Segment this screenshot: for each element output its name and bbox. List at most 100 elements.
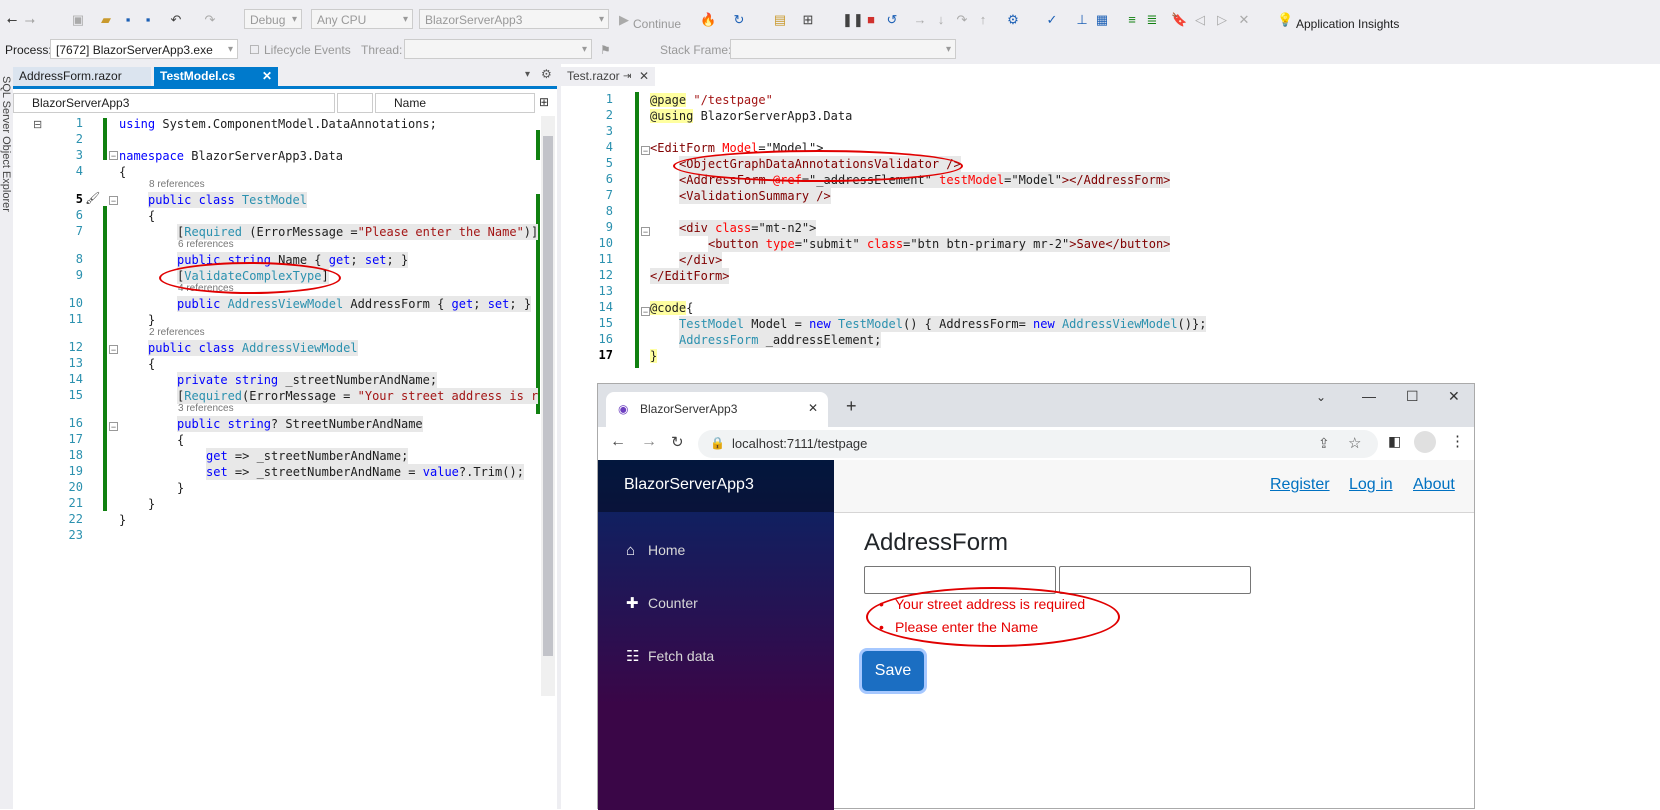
fold-icon[interactable]: − (109, 345, 118, 355)
save-icon[interactable]: ▪ (120, 12, 136, 28)
fold-icon[interactable]: − (109, 196, 118, 206)
uncomment-icon[interactable]: ≣ (1144, 12, 1160, 28)
stack-frame-select[interactable] (730, 39, 956, 60)
close-window-icon[interactable]: ✕ (1448, 388, 1460, 405)
settings-icon[interactable]: ⚙ (541, 67, 552, 81)
register-link[interactable]: Register (1270, 476, 1330, 494)
type-select[interactable] (337, 93, 373, 113)
about-link[interactable]: About (1413, 476, 1455, 494)
startup-project-select[interactable]: BlazorServerApp3 (419, 9, 609, 30)
close-icon[interactable]: ✕ (262, 67, 272, 86)
pin-icon[interactable]: ⇥ (623, 67, 631, 86)
close-icon[interactable]: ✕ (639, 67, 649, 86)
restart-debug-icon[interactable]: ↺ (884, 12, 900, 28)
minimize-icon[interactable]: — (1362, 388, 1376, 404)
line-number: 11 (598, 252, 613, 266)
redo-icon[interactable]: ↷ (202, 12, 218, 28)
login-link[interactable]: Log in (1349, 476, 1393, 494)
nav-counter[interactable]: ✚ Counter (626, 593, 698, 613)
maximize-icon[interactable]: ☐ (1406, 388, 1419, 405)
address-bar[interactable]: 🔒 localhost:7111/testpage ⇪ ☆ (698, 430, 1378, 458)
list-icon: ☷ (626, 648, 640, 665)
hot-reload-icon[interactable]: 🔥 (700, 12, 716, 28)
code-lens-references[interactable]: 4 references (178, 283, 234, 294)
browser-tab[interactable]: ◉ BlazorServerApp3 ✕ (606, 392, 828, 427)
app-insights-icon[interactable]: 💡 (1277, 12, 1293, 28)
code-lens-references[interactable]: 3 references (178, 403, 234, 414)
app-insights-label[interactable]: Application Insights (1296, 17, 1399, 31)
fold-icon[interactable]: − (641, 307, 650, 317)
forward-icon[interactable]: → (641, 433, 657, 451)
fold-icon[interactable]: − (109, 151, 118, 161)
share-icon[interactable]: ⇪ (1318, 435, 1330, 452)
vertical-scrollbar[interactable] (541, 116, 555, 696)
comment-icon[interactable]: ≡ (1124, 12, 1140, 28)
platform-select[interactable]: Any CPU (311, 9, 413, 30)
bookmark-icon[interactable]: 🔖 (1171, 12, 1187, 28)
show-next-icon[interactable]: → (912, 12, 928, 28)
menu-icon[interactable]: ⋮ (1450, 432, 1465, 450)
code-lens-references[interactable]: 6 references (178, 239, 234, 250)
tab-search-icon[interactable]: ⌄ (1316, 390, 1326, 404)
profile-avatar[interactable] (1414, 431, 1436, 453)
spell-check-icon[interactable]: ✓ (1044, 12, 1060, 28)
save-button[interactable]: Save (862, 651, 924, 691)
sql-explorer-tab[interactable]: SQL Server Object Explorer (0, 76, 12, 212)
tab-dropdown-icon[interactable]: ▾ (525, 69, 530, 80)
pause-icon[interactable]: ❚❚ (842, 12, 864, 28)
code-lens-references[interactable]: 2 references (149, 327, 205, 338)
code-lens-references[interactable]: 8 references (149, 179, 205, 190)
forward-icon[interactable]: ⭢ (22, 12, 38, 28)
lock-icon[interactable]: 🔒 (710, 436, 725, 450)
undo-icon[interactable]: ↶ (168, 12, 184, 28)
step-out-icon[interactable]: ↑ (975, 12, 991, 28)
next-bookmark-icon[interactable]: ▷ (1214, 12, 1230, 28)
line-number: 14 (68, 372, 83, 386)
fold-icon[interactable]: − (109, 422, 118, 432)
thread-select[interactable] (404, 39, 592, 60)
continue-label[interactable]: Continue (633, 17, 681, 31)
app-brand[interactable]: BlazorServerApp3 (624, 476, 754, 494)
close-tab-icon[interactable]: ✕ (808, 401, 818, 415)
open-folder-icon[interactable]: ▰ (98, 12, 114, 28)
name-input[interactable] (1059, 566, 1251, 594)
step-into-icon[interactable]: ↓ (933, 12, 949, 28)
bookmark-star-icon[interactable]: ☆ (1348, 434, 1361, 452)
tab-addressform-razor[interactable]: AddressForm.razor (13, 67, 151, 86)
side-panel-icon[interactable]: ◧ (1388, 433, 1401, 450)
diagnostics-icon[interactable]: ⚙ (1005, 12, 1021, 28)
config-select[interactable]: Debug (244, 9, 302, 30)
breakpoint-icon[interactable]: ⊥ (1074, 12, 1090, 28)
fold-icon[interactable]: − (641, 146, 650, 156)
quick-actions-icon[interactable]: 🖌 (85, 191, 100, 205)
member-select[interactable]: Name (375, 93, 535, 113)
new-project-icon[interactable]: ▣ (70, 12, 86, 28)
thread-label: Thread: (361, 43, 403, 57)
tab-testmodel-cs[interactable]: TestModel.cs ✕ (154, 67, 278, 86)
browse-icon[interactable]: ▤ (772, 12, 788, 28)
process-select[interactable]: [7672] BlazorServerApp3.exe (50, 39, 238, 60)
window-icon[interactable]: ▦ (1094, 12, 1110, 28)
continue-icon[interactable]: ▶ (616, 12, 632, 28)
tab-test-razor[interactable]: Test.razor ⇥ ✕ (561, 67, 655, 86)
layout-icon[interactable]: ⊞ (800, 12, 816, 28)
fold-icon[interactable]: − (641, 227, 650, 237)
razor-line-5: <ObjectGraphDataAnnotationsValidator /> (679, 156, 961, 172)
street-address-input[interactable] (864, 566, 1056, 594)
reload-icon[interactable]: ↻ (671, 433, 684, 451)
split-icon[interactable]: ⊞ (539, 95, 549, 109)
prev-bookmark-icon[interactable]: ◁ (1192, 12, 1208, 28)
nav-fetch-data[interactable]: ☷ Fetch data (626, 646, 714, 666)
stop-icon[interactable]: ■ (863, 12, 879, 28)
back-icon[interactable]: ← (610, 433, 626, 451)
nav-home[interactable]: ⌂ Home (626, 540, 685, 560)
step-over-icon[interactable]: ↷ (954, 12, 970, 28)
back-icon[interactable]: ⭠ (4, 12, 20, 28)
new-tab-icon[interactable]: + (846, 396, 857, 417)
save-all-icon[interactable]: ▪ (140, 12, 156, 28)
lifecycle-events[interactable]: Lifecycle Events (264, 43, 351, 57)
clear-bookmark-icon[interactable]: ✕ (1236, 12, 1252, 28)
collapse-all-icon[interactable]: ⊟ (33, 118, 42, 131)
restart-icon[interactable]: ↻ (731, 12, 747, 28)
project-select[interactable]: BlazorServerApp3 (13, 93, 335, 113)
